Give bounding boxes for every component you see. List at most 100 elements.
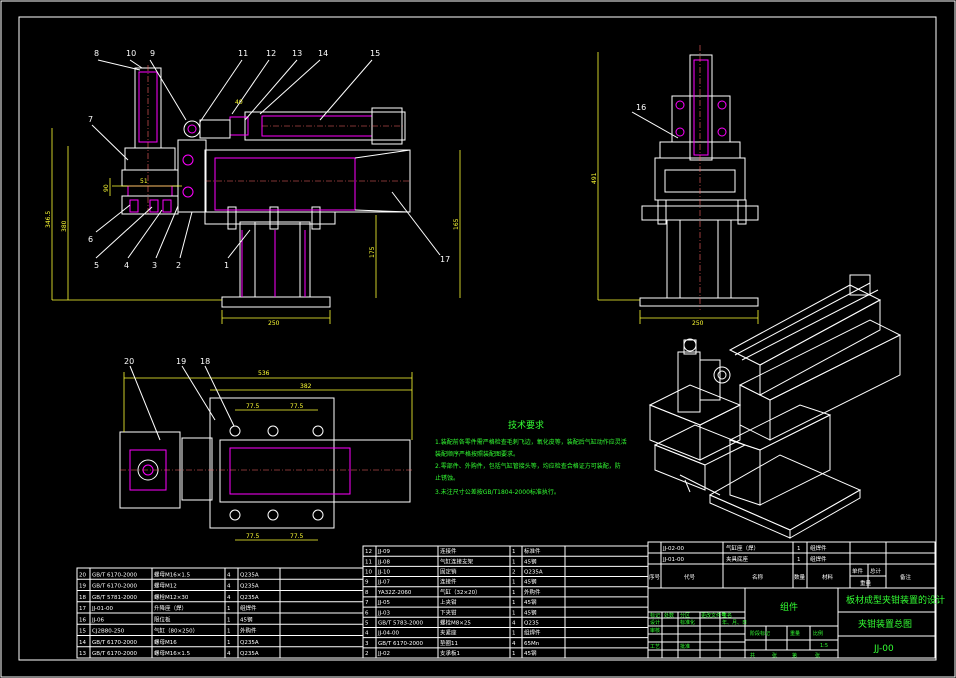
drawing-number: JJ-00 — [873, 644, 894, 654]
parts-mid-row-3-code: GB/T 6170-2000 — [378, 641, 423, 647]
notes-line-2: 装配顺序严格按照装配图要求。 — [435, 450, 519, 458]
technical-notes: 技术要求 1.装配前各零件需严格检查毛刺飞边，氧化皮等，装配后气缸动作应灵活 装… — [435, 419, 627, 496]
parts-mid-row-7-qty: 1 — [512, 600, 516, 606]
front-callout-3: 3 — [152, 261, 157, 270]
parts-left-row-19-code: GB/T 6170-2000 — [92, 584, 137, 590]
parts-mid-row-8-no: 8 — [365, 590, 369, 596]
parts-left-row-15-code: CJ2B80-250 — [92, 629, 125, 635]
parts-mid-row-11-qty: 1 — [512, 559, 516, 565]
parts-mid-row-10-code: JJ-10 — [377, 570, 391, 576]
parts-left-row-18-code: GB/T 5781-2000 — [92, 595, 137, 601]
parts-left-row-13-name: 螺母M16×1.5 — [154, 649, 191, 657]
parts-left-row-14-name: 螺母M16 — [154, 638, 177, 646]
parts-left-row-13-qty: 4 — [227, 651, 231, 657]
parts-mid-row-3-mat: 65Mn — [524, 641, 540, 647]
parts-mid-row-10-no: 10 — [365, 570, 372, 576]
parts-mid-row-7-code: JJ-05 — [377, 600, 391, 606]
tb-mark: 标记 — [650, 612, 660, 619]
sheet-outer-border — [0, 0, 956, 678]
parts-mid-row-2-mat: 45钢 — [524, 649, 537, 657]
parts-left-row-18-mat: Q235A — [240, 595, 259, 601]
parts-mid-row-5-mat: Q235 — [524, 620, 539, 626]
front-dim-small-a: 90 — [103, 184, 110, 192]
parts-left-row-18-name: 螺栓M12×30 — [154, 593, 189, 601]
front-callout-14: 14 — [318, 49, 328, 58]
parts-mid-row-11-name: 气缸连接支架 — [440, 557, 474, 565]
rev-row2-code: JJ-01-00 — [662, 557, 685, 563]
rev-row2-name: 夹具底座 — [726, 555, 749, 563]
scale-value: 1:5 — [820, 643, 828, 649]
parts-mid-row-4-no: 4 — [365, 631, 369, 637]
parts-left-row-14-mat: Q235A — [240, 640, 259, 646]
parts-left-row-20-code: GB/T 6170-2000 — [92, 572, 137, 578]
parts-mid-row-2-code: JJ-02 — [377, 651, 390, 657]
parts-mid-row-12-qty: 1 — [512, 549, 516, 555]
notes-title: 技术要求 — [508, 419, 544, 431]
front-dim-base-width: 250 — [268, 320, 280, 327]
th-weight: 重量 — [860, 579, 872, 587]
parts-mid-row-10-name: 固定销 — [440, 568, 457, 576]
front-callout-4: 4 — [124, 261, 129, 270]
th-name: 名称 — [752, 573, 764, 581]
parts-left-row-19-qty: 4 — [227, 584, 231, 590]
top-view: 20 19 18 536 382 77.5 77.5 77.5 77.5 — [119, 357, 413, 541]
parts-mid-row-10-qty: 2 — [512, 570, 516, 576]
parts-mid-row-6-mat: 45钢 — [524, 608, 537, 616]
parts-mid-row-3-qty: 4 — [512, 641, 516, 647]
weight-label: 重量 — [790, 630, 800, 637]
tb-zone: 分区 — [680, 612, 690, 619]
parts-mid-row-8-code: YA32Z-2060 — [377, 590, 412, 596]
isometric-view — [648, 274, 902, 539]
parts-left-row-17-no: 17 — [79, 606, 86, 612]
parts-mid-row-5-code: GB/T 5783-2000 — [378, 620, 423, 626]
cad-drawing-sheet: 8 10 9 11 12 13 14 15 7 6 5 4 3 2 1 17 3… — [0, 0, 956, 678]
parts-left-row-16-no: 16 — [79, 617, 86, 623]
notes-line-3: 2.零部件、外购件，包括气缸管接头等，均应检查合格证方可装配，防 — [435, 462, 621, 470]
sheet-total-a: 共 — [750, 652, 755, 659]
parts-left-row-16-mat: 45钢 — [240, 615, 253, 623]
parts-left-row-15-mat: 外购件 — [240, 627, 257, 635]
parts-left-row-15-no: 15 — [79, 629, 86, 635]
front-callout-6: 6 — [88, 235, 93, 244]
front-callout-9: 9 — [150, 49, 155, 58]
parts-left-row-14-code: GB/T 6170-2000 — [92, 640, 137, 646]
front-callout-2: 2 — [176, 261, 181, 270]
th-remark: 备注 — [900, 573, 912, 581]
parts-mid-row-2-name: 支承板1 — [440, 649, 460, 657]
scale-label: 比例 — [813, 630, 823, 637]
front-callout-12: 12 — [266, 49, 276, 58]
parts-left-row-20-qty: 4 — [227, 572, 231, 578]
parts-mid-row-7-no: 7 — [365, 600, 369, 606]
parts-left-row-17-name: 升降座（焊） — [154, 604, 187, 612]
parts-left-row-15-qty: 1 — [227, 629, 231, 635]
parts-mid-row-6-code: JJ-03 — [377, 610, 391, 616]
tb-process: 工艺 — [650, 644, 660, 650]
tb-standard: 标准化 — [680, 619, 695, 626]
top-dim-spacing-3: 77.5 — [246, 533, 260, 540]
tb-date: 年、月、日 — [722, 619, 747, 626]
parts-left-row-14-qty: 1 — [227, 640, 231, 646]
front-callout-13: 13 — [292, 49, 302, 58]
parts-mid-row-5-no: 5 — [365, 620, 369, 626]
parts-left-row-17-code: JJ-01-00 — [91, 606, 114, 612]
th-single: 单件 — [852, 567, 864, 575]
rev-row2-qty: 1 — [797, 557, 801, 563]
th-code: 代号 — [684, 573, 696, 581]
parts-mid-row-9-qty: 1 — [512, 580, 516, 586]
front-callout-1: 1 — [224, 261, 229, 270]
parts-mid-row-4-mat: 组焊件 — [524, 629, 541, 637]
parts-left-row-18-qty: 4 — [227, 595, 231, 601]
top-dim-overall: 536 — [258, 370, 270, 377]
stage-label: 阶段标记 — [750, 630, 770, 637]
parts-mid-row-4-code: JJ-04-00 — [377, 631, 400, 637]
rev-row1-mat: 组焊件 — [810, 544, 827, 552]
rev-row1-name: 气缸座（焊） — [726, 544, 759, 552]
parts-mid-row-8-qty: 1 — [512, 590, 516, 596]
parts-mid-row-8-mat: 外购件 — [524, 588, 541, 596]
notes-line-5: 3.未注尺寸公差按GB/T1804-2000标准执行。 — [435, 488, 560, 496]
parts-mid-row-4-qty: 1 — [512, 631, 516, 637]
top-callout-20: 20 — [124, 357, 134, 366]
top-callout-19: 19 — [176, 357, 186, 366]
rev-row2-mat: 组焊件 — [810, 555, 827, 563]
front-callout-10: 10 — [126, 49, 136, 58]
